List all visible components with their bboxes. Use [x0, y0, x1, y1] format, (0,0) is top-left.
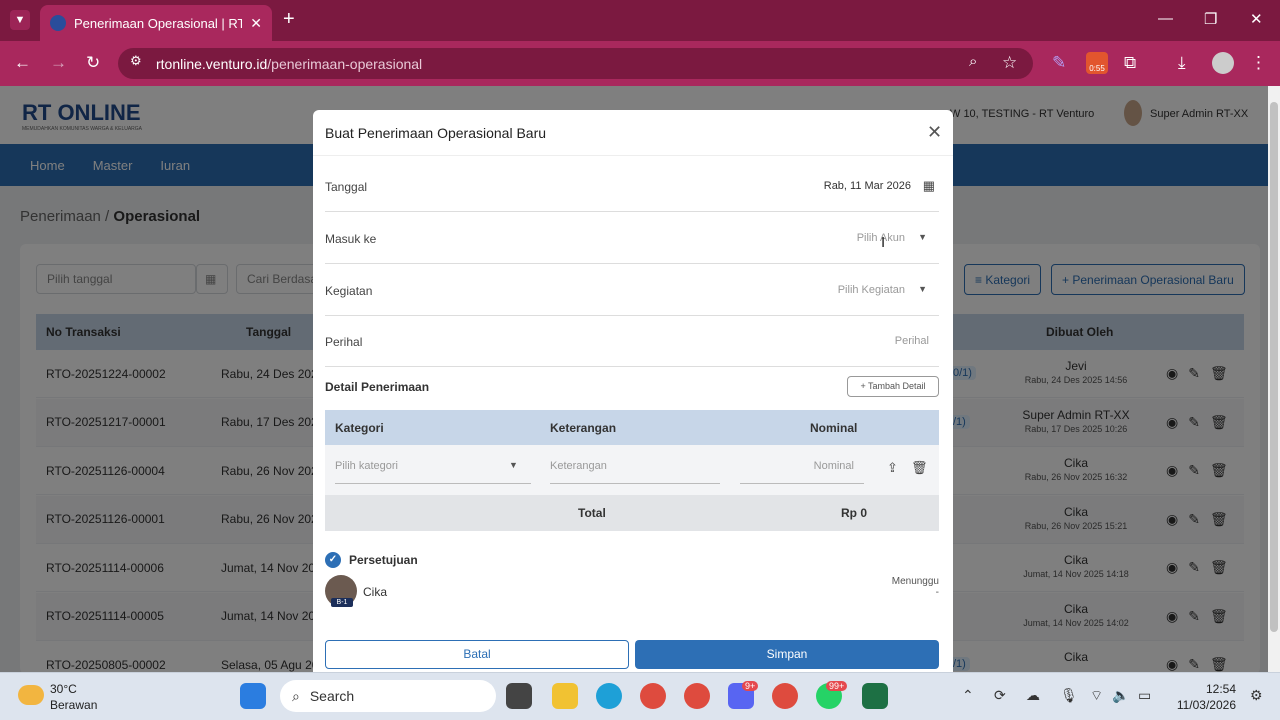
browser-tab-strip: ▼ Penerimaan Operasional | RT O ✕ + — ❐ … [0, 0, 1280, 41]
trash-icon[interactable]: 🗑 [911, 460, 928, 484]
restore-icon[interactable]: ❐ [1204, 10, 1217, 28]
nominal-input[interactable]: Nominal [740, 460, 864, 484]
windows-taskbar: 30°C Berawan ⌕ Search 9+ 99+ ⌃ ⟳ ☁ 🎙 ⌔ 🔈 ▭… [0, 672, 1280, 720]
address-bar[interactable]: rtonline.venturo.id/penerimaan-operasion… [118, 48, 1033, 79]
text-cursor-icon: Ι [881, 234, 886, 251]
site-settings-icon[interactable]: ⚙ [130, 53, 142, 69]
chrome-icon[interactable] [772, 683, 798, 709]
check-circle-icon: ✓ [325, 552, 341, 568]
back-icon[interactable]: ← [14, 53, 31, 73]
discord-badge: 9+ [742, 681, 759, 691]
close-window-icon[interactable]: ✕ [1250, 10, 1263, 28]
modal-title: Buat Penerimaan Operasional Baru [325, 125, 547, 141]
cancel-button[interactable]: Batal [325, 640, 629, 669]
chevron-down-icon[interactable]: ▼ [918, 284, 927, 294]
chrome-icon[interactable] [684, 683, 710, 709]
approver-status: Menunggu - [891, 576, 939, 598]
perihal-label: Perihal [325, 335, 363, 349]
kegiatan-select[interactable]: Pilih Kegiatan [838, 284, 905, 296]
forward-icon[interactable]: → [50, 53, 67, 73]
scrollbar-thumb[interactable] [1270, 102, 1278, 632]
download-icon[interactable]: ⤓ [1178, 53, 1186, 73]
approval-section: ✓ Persetujuan [325, 552, 418, 568]
chevron-down-icon[interactable]: ▼ [509, 460, 518, 484]
weather-desc: Berawan [50, 698, 98, 712]
perihal-field[interactable]: Perihal Perihal [325, 315, 939, 367]
site-favicon-icon [50, 15, 66, 31]
calendar-icon[interactable]: ▦ [923, 178, 935, 194]
tanggal-value[interactable]: Rab, 11 Mar 2026 [824, 180, 911, 192]
profile-avatar[interactable] [1212, 52, 1234, 74]
chevron-up-icon[interactable]: ⌃ [962, 687, 974, 704]
whatsapp-badge: 99+ [826, 681, 848, 691]
close-tab-icon[interactable]: ✕ [250, 15, 262, 32]
chevron-down-icon[interactable]: ▼ [918, 232, 927, 242]
bookmark-star-icon[interactable]: ☆ [1002, 53, 1017, 73]
excel-icon[interactable] [862, 683, 888, 709]
masuk-ke-label: Masuk ke [325, 232, 377, 246]
windows-start-icon[interactable] [240, 683, 266, 709]
url-path: /penerimaan-operasional [267, 55, 423, 72]
search-icon: ⌕ [292, 687, 300, 704]
sync-icon[interactable]: ⟳ [994, 687, 1006, 704]
tanggal-field[interactable]: Tanggal Rab, 11 Mar 2026 ▦ [325, 160, 939, 212]
approver-status-sub: - [935, 587, 939, 598]
col-nominal: Nominal [810, 421, 858, 435]
taskbar-search[interactable]: ⌕ Search [280, 680, 496, 712]
system-clock[interactable]: 12:54 11/03/2026 [1172, 681, 1236, 713]
url-host: rtonline.venturo.id [156, 55, 268, 72]
battery-icon[interactable]: ▭ [1138, 687, 1151, 704]
reload-icon[interactable]: ↻ [86, 53, 100, 73]
total-value: Rp 0 [841, 506, 868, 520]
detail-section-title: Detail Penerimaan [325, 380, 430, 394]
tab-title: Penerimaan Operasional | RT O [74, 15, 243, 31]
detail-row: Pilih kategori ▼ Keterangan Nominal ⇪ 🗑 [325, 445, 939, 495]
browser-menu-icon[interactable]: ⋮ [1250, 53, 1267, 73]
new-tab-button[interactable]: + [283, 8, 295, 31]
file-explorer-icon[interactable] [552, 683, 578, 709]
tanggal-label: Tanggal [325, 180, 368, 194]
approver-name: Cika [363, 585, 388, 599]
approval-title: Persetujuan [349, 553, 418, 567]
notification-icon[interactable]: ⚙ [1250, 687, 1263, 704]
kategori-select[interactable]: Pilih kategori [335, 460, 531, 484]
upload-icon[interactable]: ⇪ [887, 460, 898, 484]
volume-icon[interactable]: 🔈 [1112, 687, 1129, 704]
modal-divider [313, 155, 953, 156]
weather-cloud-icon[interactable] [18, 685, 44, 705]
cloud-icon[interactable]: ☁ [1026, 687, 1040, 704]
kegiatan-label: Kegiatan [325, 284, 373, 298]
close-icon[interactable]: ✕ [927, 122, 942, 143]
create-receipt-modal: Buat Penerimaan Operasional Baru ✕ Tangg… [313, 110, 953, 672]
detail-total-row: Total Rp 0 [325, 495, 939, 531]
wifi-icon[interactable]: ⌔ [1090, 687, 1103, 705]
total-label: Total [578, 506, 606, 520]
feather-extension-icon[interactable]: ✎ [1052, 53, 1066, 73]
page-scrollbar[interactable] [1268, 86, 1280, 672]
perihal-input[interactable]: Perihal [895, 335, 929, 347]
minimize-icon[interactable]: — [1158, 10, 1173, 27]
microphone-icon[interactable]: 🎙 [1060, 687, 1078, 704]
col-kategori: Kategori [335, 421, 384, 435]
system-date: 11/03/2026 [1176, 698, 1236, 712]
timer-extension-icon[interactable]: 0:55 [1086, 52, 1108, 74]
detail-table-header: Kategori Keterangan Nominal [325, 410, 939, 445]
edge-icon[interactable] [596, 683, 622, 709]
timer-extension-badge: 0:55 [1089, 64, 1105, 73]
kegiatan-field[interactable]: Kegiatan Pilih Kegiatan ▼ [325, 264, 939, 316]
zoom-icon[interactable]: ⌕ [969, 53, 977, 70]
weather-widget[interactable]: 30°C Berawan [50, 681, 97, 713]
approver-badge: B-1 [331, 598, 353, 607]
browser-tab-active[interactable]: Penerimaan Operasional | RT O ✕ [40, 5, 272, 41]
keterangan-input[interactable]: Keterangan [550, 460, 720, 484]
save-button[interactable]: Simpan [635, 640, 939, 669]
add-detail-button[interactable]: + Tambah Detail [847, 376, 939, 397]
col-keterangan: Keterangan [550, 421, 617, 435]
chrome-icon[interactable] [640, 683, 666, 709]
extensions-icon[interactable]: ⧉ [1124, 53, 1136, 73]
task-view-icon[interactable] [506, 683, 532, 709]
tab-search-button[interactable]: ▼ [10, 10, 30, 30]
masuk-ke-field[interactable]: Masuk ke Pilih Akun ▼ [325, 212, 939, 264]
